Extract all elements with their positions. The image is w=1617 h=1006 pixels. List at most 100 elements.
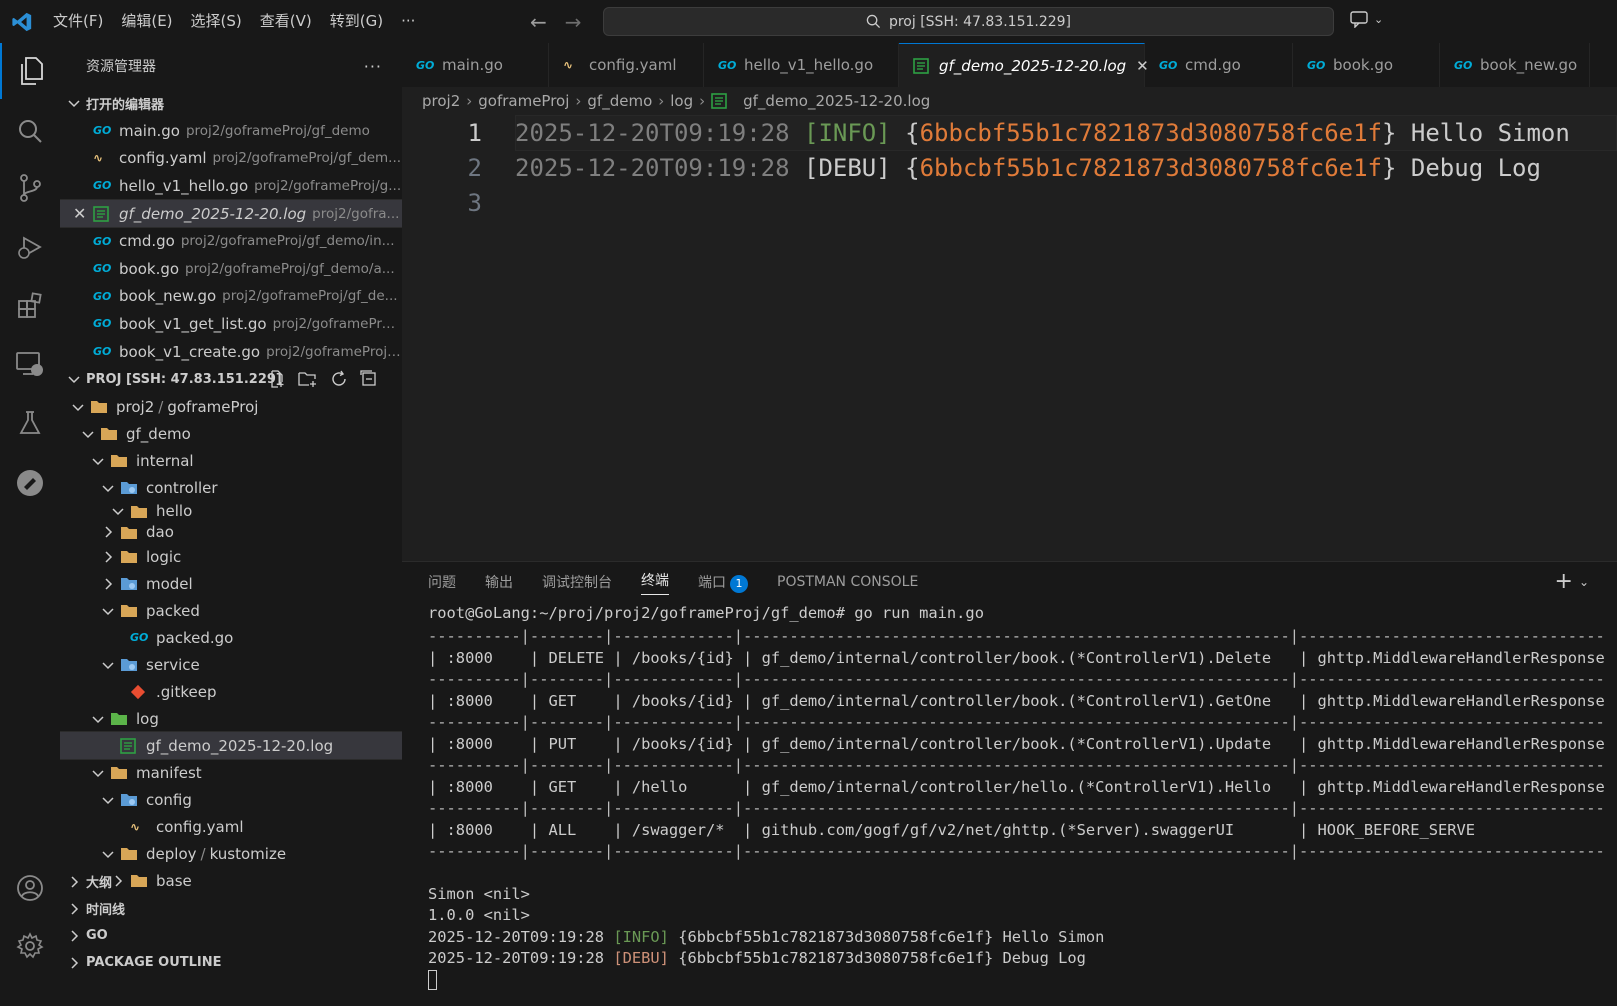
breadcrumb-item[interactable]: gf_demo_2025-12-20.log [743,92,930,110]
new-file-icon[interactable] [268,370,286,388]
tree-folder-item[interactable]: internal [60,447,402,474]
tree-folder-item[interactable]: deploy / kustomize [60,840,402,867]
tab-main-go[interactable]: GO main.go [402,43,549,87]
source-control-icon[interactable] [0,160,60,216]
tree-folder-item[interactable]: manifest [60,759,402,786]
chevron-right-icon[interactable] [66,955,82,971]
chevron-down-icon[interactable] [100,792,116,808]
open-editor-item[interactable]: GO book_new.go proj2/goframeProj/gf_de... [60,283,402,311]
tab-config-yaml[interactable]: ∿ config.yaml [549,43,704,87]
tree-file-item[interactable]: ∿ config.yaml [60,813,402,840]
command-center-search[interactable]: proj [SSH: 47.83.151.229] [603,7,1334,36]
menu-item[interactable]: 查看(V) [251,0,321,43]
goland-icon[interactable] [0,455,60,511]
open-editor-item[interactable]: GO book_v1_get_list.go proj2/goframePro... [60,310,402,338]
panel-tab[interactable]: 调试控制台 [542,572,612,592]
menu-item[interactable]: 文件(F) [44,0,112,43]
tree-folder-item[interactable]: hello [60,501,402,521]
chevron-right-icon[interactable] [100,524,116,540]
settings-icon[interactable] [0,918,60,974]
sidebar-section-header[interactable]: PACKAGE OUTLINE [60,949,402,976]
collapse-all-icon[interactable] [360,370,378,388]
tab-hello-v1-hello-go[interactable]: GO hello_v1_hello.go [704,43,899,87]
panel-tab[interactable]: 终端 [641,570,669,595]
forward-arrow-icon[interactable]: → [565,10,582,34]
open-editor-item[interactable]: ✕ gf_demo_2025-12-20.log proj2/gofra... [60,198,402,229]
chevron-down-icon[interactable] [70,399,86,415]
remote-explorer-icon[interactable] [0,336,60,392]
chevron-down-icon[interactable] [90,765,106,781]
chevron-down-icon[interactable] [100,846,116,862]
tab-book-go[interactable]: GO book.go [1293,43,1440,87]
open-editor-item[interactable]: GO book.go proj2/goframeProj/gf_demo/a... [60,255,402,283]
open-editor-item[interactable]: GO main.go proj2/goframeProj/gf_demo [60,117,402,145]
chevron-right-icon[interactable] [66,928,82,944]
breadcrumb-item[interactable]: proj2 [422,92,460,110]
chevron-down-icon[interactable] [80,426,96,442]
open-editor-item[interactable]: GO cmd.go proj2/goframeProj/gf_demo/in... [60,227,402,255]
chevron-down-icon[interactable] [90,711,106,727]
run-debug-icon[interactable] [0,219,60,275]
chevron-right-icon[interactable] [66,901,82,917]
sidebar-section-header[interactable]: 大纲 [60,868,402,895]
code-editor[interactable]: 1 2025-12-20T09:19:28 [INFO] {6bbcbf55b1… [402,115,1617,561]
tree-file-item[interactable]: .gitkeep [60,678,402,705]
menu-item[interactable]: 选择(S) [182,0,251,43]
breadcrumb-item[interactable]: goframeProj [478,92,569,110]
menu-item[interactable]: ··· [392,0,424,43]
tree-folder-item[interactable]: config [60,786,402,813]
tree-file-item[interactable]: GO packed.go [60,624,402,651]
tree-folder-item[interactable]: log [60,705,402,732]
chevron-right-icon[interactable] [100,549,116,565]
extensions-icon[interactable] [0,277,60,333]
tree-folder-item[interactable]: gf_demo [60,420,402,447]
refresh-icon[interactable] [330,370,348,388]
chevron-down-icon[interactable] [100,480,116,496]
more-actions-icon[interactable]: ··· [364,57,382,76]
new-folder-icon[interactable] [298,370,318,388]
breadcrumb-item[interactable]: log [670,92,693,110]
menu-item[interactable]: 转到(G) [321,0,392,43]
tab-gf-demo-2025-12-20-log[interactable]: gf_demo_2025-12-20.log ✕ [899,43,1149,87]
tree-folder-item[interactable]: logic [60,543,402,570]
chevron-down-icon[interactable]: ⌄ [1579,575,1589,589]
close-icon[interactable]: ✕ [73,204,86,223]
tree-folder-item[interactable]: model [60,570,402,597]
breadcrumb-item[interactable]: gf_demo [587,92,652,110]
panel-tab[interactable]: 问题 [428,572,456,592]
chevron-right-icon[interactable] [100,576,116,592]
account-icon[interactable] [0,860,60,916]
testing-icon[interactable] [0,395,60,451]
panel-tab[interactable]: 输出 [485,572,513,592]
tab-book-new-go[interactable]: GO book_new.go [1440,43,1590,87]
panel-tab[interactable]: POSTMAN CONSOLE [777,574,918,590]
chevron-right-icon[interactable] [66,874,82,890]
open-editor-item[interactable]: ∿ config.yaml proj2/goframeProj/gf_dem... [60,145,402,173]
sidebar-section-header[interactable]: GO [60,922,402,949]
tree-folder-item[interactable]: packed [60,597,402,624]
tree-folder-item[interactable]: dao [60,521,402,543]
open-editor-name: config.yaml [119,149,207,168]
open-editor-item[interactable]: GO hello_v1_hello.go proj2/goframeProj/g..… [60,172,402,200]
copilot-chat-button[interactable]: ⌄ [1350,10,1383,28]
tree-file-item[interactable]: gf_demo_2025-12-20.log [60,731,402,761]
tab-cmd-go[interactable]: GO cmd.go [1145,43,1293,87]
chevron-down-icon[interactable] [100,657,116,673]
chevron-down-icon[interactable] [110,503,126,519]
back-arrow-icon[interactable]: ← [530,10,547,34]
files-icon[interactable] [0,43,60,99]
chevron-down-icon[interactable] [100,603,116,619]
tree-folder-item[interactable]: controller [60,474,402,501]
tree-folder-item[interactable]: service [60,651,402,678]
tree-folder-item[interactable]: proj2/goframeProj [60,393,402,420]
open-editors-header[interactable]: 打开的编辑器 [60,89,402,117]
chevron-down-icon[interactable] [90,453,106,469]
search-icon[interactable] [0,103,60,159]
open-editor-item[interactable]: GO book_v1_create.go proj2/goframeProj/... [60,338,402,366]
new-terminal-icon[interactable]: + [1555,571,1573,593]
panel-tab[interactable]: 端口 1 [698,572,748,593]
sidebar-section-header[interactable]: 时间线 [60,895,402,922]
terminal[interactable]: root@GoLang:~/proj/proj2/goframeProj/gf_… [428,602,1617,1006]
workspace-header[interactable]: PROJ [SSH: 47.83.151.229] [60,365,402,393]
menu-item[interactable]: 编辑(E) [112,0,181,43]
